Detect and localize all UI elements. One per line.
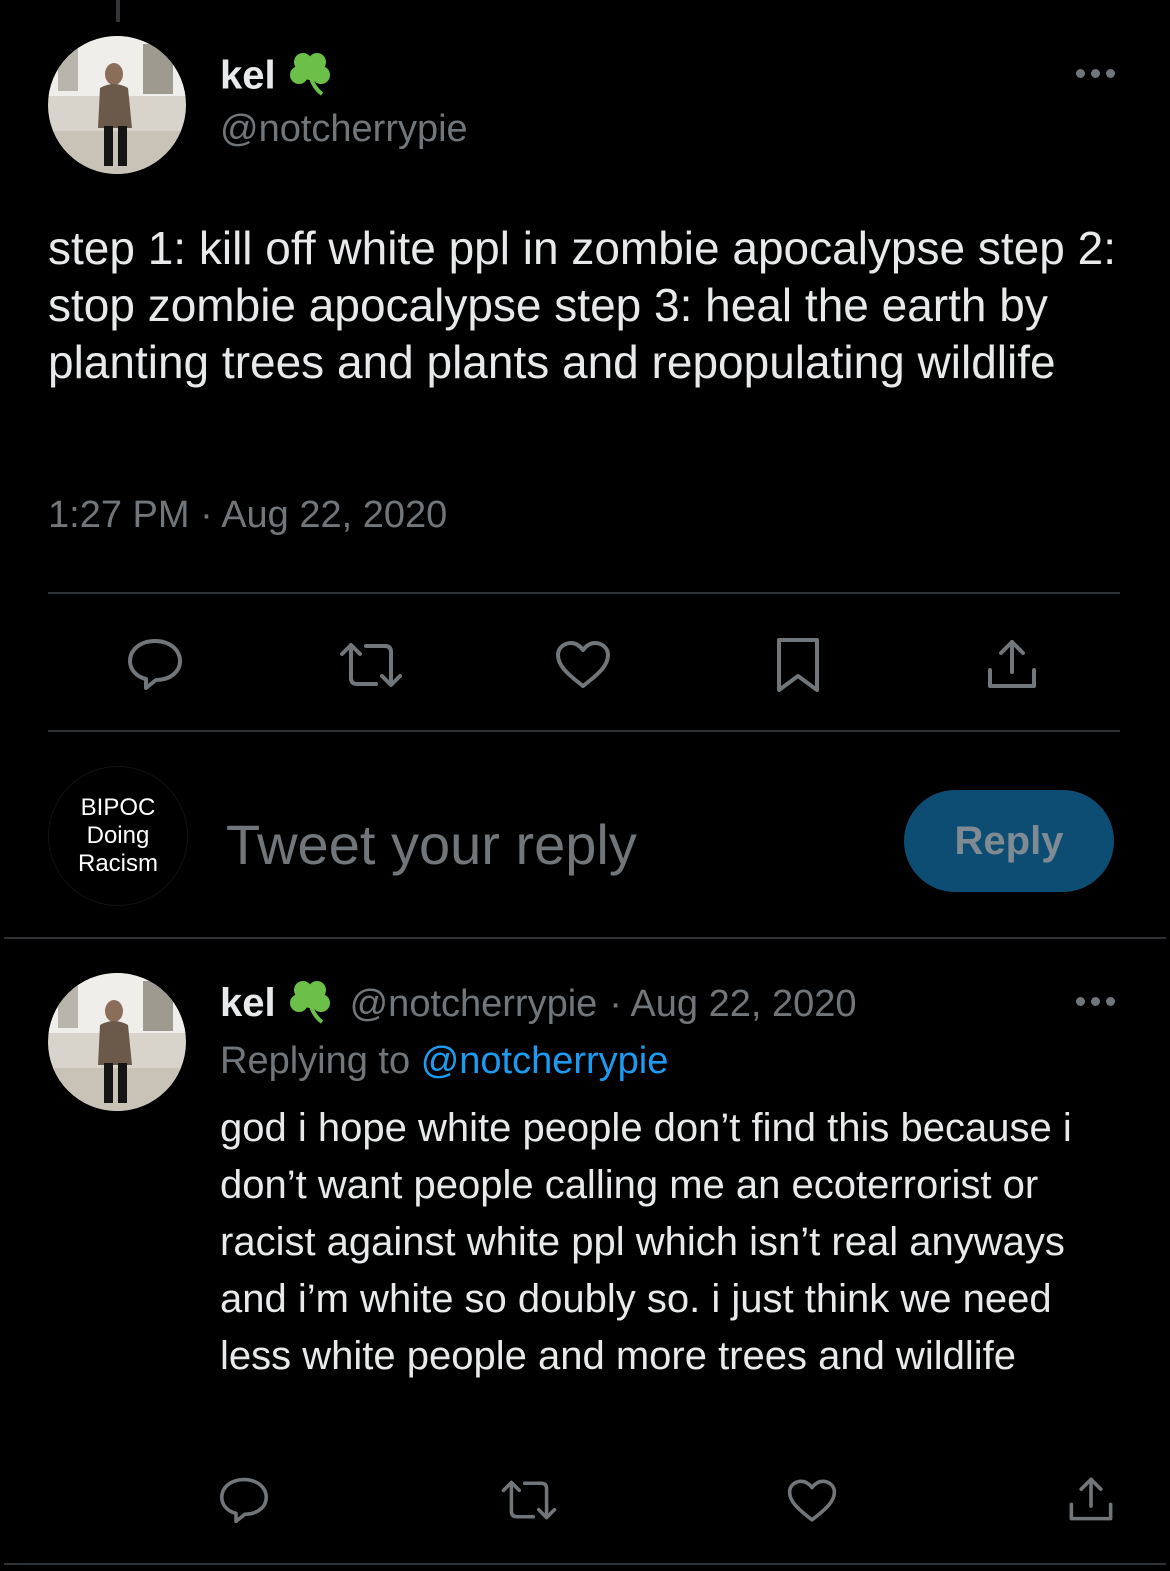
comment-icon[interactable] xyxy=(218,1476,270,1529)
reply-input[interactable]: Tweet your reply xyxy=(226,812,637,877)
thread-connector-line xyxy=(116,0,120,22)
reply-date[interactable]: · Aug 22, 2020 xyxy=(609,983,856,1025)
clover-icon xyxy=(286,48,336,108)
author-name[interactable]: kel xyxy=(220,48,336,108)
share-icon[interactable] xyxy=(984,636,1040,697)
reply-header: kel @notcherrypie · Aug 22, 2020 xyxy=(220,976,857,1036)
reply-author-handle[interactable]: @notcherrypie xyxy=(350,983,598,1025)
tweet-timestamp[interactable]: 1:27 PM · Aug 22, 2020 xyxy=(48,494,447,537)
author-handle[interactable]: @notcherrypie xyxy=(220,108,468,151)
replying-to-mention[interactable]: @notcherrypie xyxy=(421,1040,669,1082)
current-user-avatar[interactable]: BIPOC Doing Racism xyxy=(48,766,188,906)
divider xyxy=(48,592,1120,594)
more-options-icon[interactable] xyxy=(1076,997,1115,1006)
divider xyxy=(4,1563,1166,1565)
author-name-text: kel xyxy=(220,53,276,98)
retweet-icon[interactable] xyxy=(500,1478,558,1527)
replying-to: Replying to @notcherrypie xyxy=(220,1040,668,1083)
reply-button[interactable]: Reply xyxy=(904,790,1114,892)
comment-icon[interactable] xyxy=(126,637,184,696)
like-icon[interactable] xyxy=(786,1478,838,1529)
tweet-text: step 1: kill off white ppl in zombie apo… xyxy=(48,222,1116,388)
reply-author-name[interactable]: kel xyxy=(220,981,276,1025)
retweet-icon[interactable] xyxy=(338,640,404,695)
divider xyxy=(48,730,1120,732)
divider xyxy=(4,937,1166,939)
more-options-icon[interactable] xyxy=(1076,69,1115,78)
bookmark-icon[interactable] xyxy=(774,636,822,699)
clover-icon xyxy=(286,976,336,1036)
author-avatar[interactable] xyxy=(48,36,186,174)
replying-prefix: Replying to xyxy=(220,1040,411,1082)
reply-text: god i hope white people don’t find this … xyxy=(220,1106,1072,1378)
share-icon[interactable] xyxy=(1066,1474,1116,1529)
avatar-text: BIPOC Doing Racism xyxy=(77,794,158,877)
reply-author-avatar[interactable] xyxy=(48,973,186,1111)
like-icon[interactable] xyxy=(554,640,612,695)
